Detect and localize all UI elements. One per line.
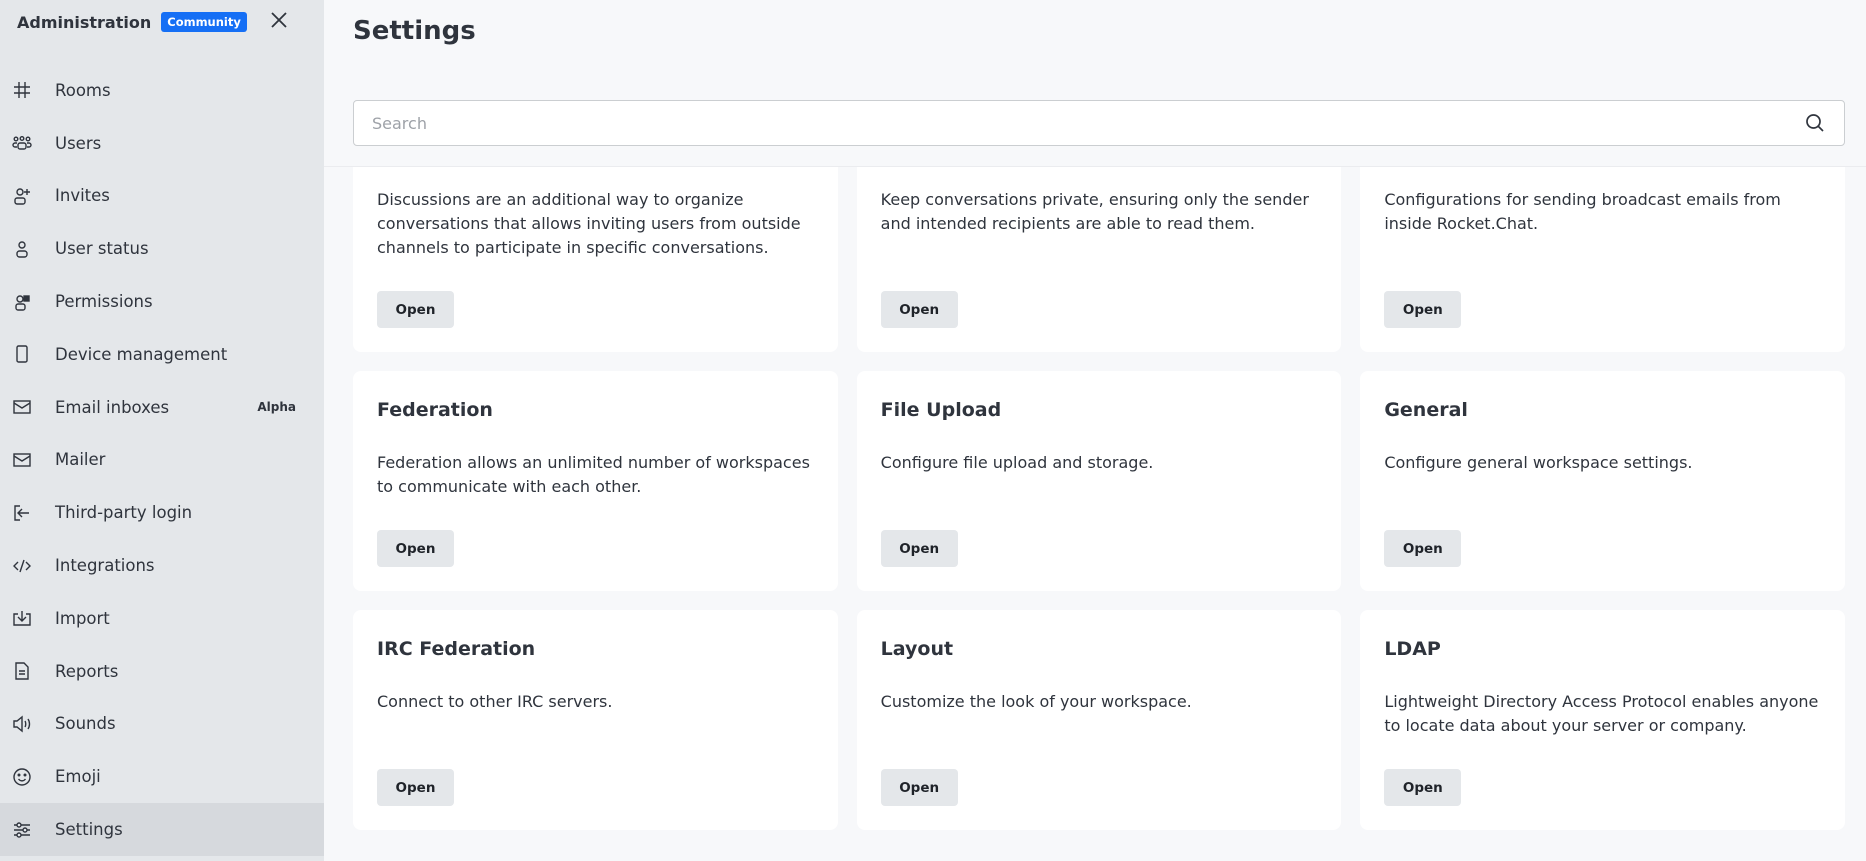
card-description: Configure general workspace settings.	[1384, 453, 1693, 472]
page-title: Settings	[353, 16, 476, 46]
open-button[interactable]: Open	[377, 769, 454, 806]
sidebar-item-label: Email inboxes	[55, 397, 170, 417]
card-description: Configurations for sending broadcast ema…	[1384, 190, 1781, 233]
sidebar-item-label: Sounds	[55, 714, 116, 734]
search-input[interactable]	[372, 113, 1804, 133]
sidebar-item-third-party-login[interactable]: Third-party login	[0, 486, 324, 539]
code-icon	[13, 559, 31, 572]
settings-grid: Discussions are an additional way to org…	[353, 167, 1845, 830]
speaker-icon	[13, 715, 31, 733]
sidebar-item-label: Import	[55, 608, 110, 628]
sidebar-title: Administration	[17, 12, 152, 32]
sidebar-item-label: Device management	[55, 344, 228, 364]
card-title: LDAP	[1384, 638, 1441, 660]
search-field[interactable]	[353, 100, 1845, 146]
open-button[interactable]: Open	[1384, 530, 1462, 567]
sidebar-item-label: Users	[55, 133, 102, 153]
user-icon	[16, 241, 28, 258]
sidebar-nav: Rooms Users Invites User status Permissions D…	[0, 64, 324, 856]
settings-card: LDAP Lightweight Directory Access Protoco…	[1360, 610, 1845, 830]
sidebar-item-reports[interactable]: Reports	[0, 645, 324, 698]
user-plus-icon	[14, 188, 30, 205]
sidebar-item-mailer[interactable]: Mailer	[0, 434, 324, 487]
sidebar-item-label: User status	[55, 239, 149, 259]
emoji-icon	[13, 768, 31, 786]
sidebar-item-users[interactable]: Users	[0, 117, 324, 170]
mobile-icon	[16, 345, 28, 364]
sidebar-item-label: Permissions	[55, 292, 153, 312]
mail-icon	[13, 400, 31, 414]
sidebar-header: Administration Community	[17, 8, 247, 36]
sidebar-item-integrations[interactable]: Integrations	[0, 539, 324, 592]
settings-main: Settings Discussions are an additional w…	[324, 0, 1866, 861]
settings-card: IRC Federation Connect to other IRC serve…	[353, 610, 838, 830]
document-icon	[15, 662, 29, 680]
settings-card: Configurations for sending broadcast ema…	[1360, 167, 1845, 352]
sidebar-item-label: Emoji	[55, 767, 101, 787]
settings-card: Discussions are an additional way to org…	[353, 167, 838, 352]
user-lock-icon	[15, 294, 30, 311]
card-description: Lightweight Directory Access Protocol en…	[1384, 692, 1819, 735]
card-title: IRC Federation	[377, 638, 536, 660]
mail-icon	[13, 453, 31, 467]
card-description: Discussions are an additional way to org…	[377, 190, 801, 257]
open-button[interactable]: Open	[377, 291, 454, 328]
open-button[interactable]: Open	[1384, 291, 1462, 328]
sidebar-item-label: Settings	[55, 820, 123, 840]
edition-badge: Community	[161, 12, 247, 32]
settings-list: Discussions are an additional way to org…	[324, 167, 1866, 861]
alpha-tag: Alpha	[257, 400, 296, 415]
open-button[interactable]: Open	[880, 291, 958, 328]
card-description: Customize the look of your workspace.	[880, 692, 1192, 711]
sidebar-item-sounds[interactable]: Sounds	[0, 698, 324, 751]
hash-icon	[14, 82, 30, 99]
sidebar-item-user-status[interactable]: User status	[0, 222, 324, 275]
sidebar-item-import[interactable]: Import	[0, 592, 324, 645]
sidebar-item-label: Rooms	[55, 80, 111, 100]
sidebar-item-label: Reports	[55, 661, 119, 681]
sidebar-item-label: Integrations	[55, 556, 155, 576]
team-icon	[12, 136, 32, 150]
settings-card: Federation Federation allows an unlimited…	[353, 371, 838, 591]
settings-card: File Upload Configure file upload and sto…	[856, 371, 1342, 591]
sidebar-item-label: Mailer	[55, 450, 106, 470]
sidebar-item-settings[interactable]: Settings	[0, 803, 324, 856]
sidebar-item-label: Third-party login	[55, 503, 193, 523]
download-icon	[13, 611, 31, 627]
sidebar-item-permissions[interactable]: Permissions	[0, 275, 324, 328]
settings-card: Layout Customize the look of your workspa…	[856, 610, 1342, 830]
search-icon[interactable]	[1804, 112, 1826, 134]
card-title: Layout	[880, 638, 954, 660]
card-description: Federation allows an unlimited number of…	[377, 453, 810, 496]
settings-card: Keep conversations private, ensuring onl…	[856, 167, 1342, 352]
open-button[interactable]: Open	[377, 530, 454, 567]
sliders-icon	[14, 821, 30, 838]
sidebar-item-emoji[interactable]: Emoji	[0, 750, 324, 803]
card-title: General	[1384, 399, 1468, 421]
card-title: File Upload	[880, 399, 1002, 421]
login-icon	[14, 505, 29, 521]
open-button[interactable]: Open	[880, 530, 958, 567]
sidebar-item-email-inboxes[interactable]: Email inboxes Alpha	[0, 381, 324, 434]
sidebar-item-label: Invites	[55, 186, 110, 206]
sidebar-item-invites[interactable]: Invites	[0, 170, 324, 223]
settings-card: General Configure general workspace setti…	[1360, 371, 1845, 591]
sidebar-item-rooms[interactable]: Rooms	[0, 64, 324, 117]
close-icon[interactable]	[268, 9, 290, 31]
sidebar-item-device-management[interactable]: Device management	[0, 328, 324, 381]
card-title: Federation	[377, 399, 493, 421]
card-description: Keep conversations private, ensuring onl…	[880, 190, 1309, 233]
open-button[interactable]: Open	[1384, 769, 1462, 806]
open-button[interactable]: Open	[880, 769, 958, 806]
admin-sidebar: Administration Community Rooms Users Invit…	[0, 0, 324, 861]
card-description: Configure file upload and storage.	[880, 453, 1154, 472]
card-description: Connect to other IRC servers.	[377, 692, 613, 711]
